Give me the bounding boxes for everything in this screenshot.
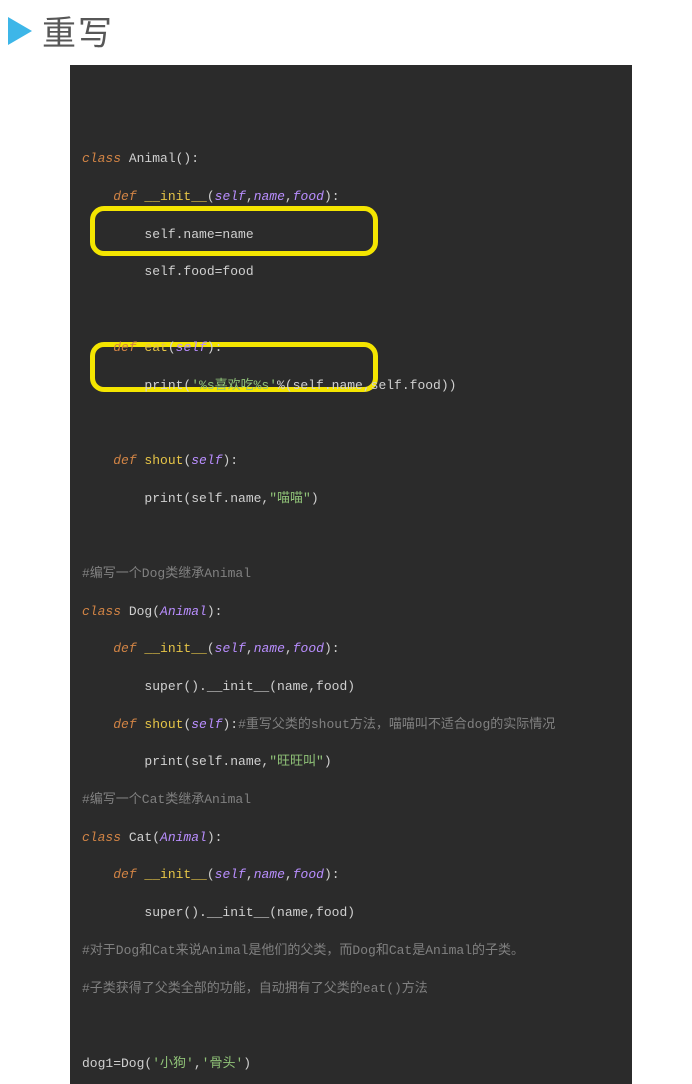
code-line: #编写一个Dog类继承Animal <box>82 565 620 584</box>
code-line: class Animal(): <box>82 150 620 169</box>
code-line: class Cat(Animal): <box>82 829 620 848</box>
code-line: def __init__(self,name,food): <box>82 640 620 659</box>
code-line: dog1=Dog('小狗','骨头') <box>82 1055 620 1074</box>
triangle-bullet-icon <box>8 17 32 45</box>
code-line <box>82 301 620 320</box>
code-line <box>82 1017 620 1036</box>
code-line <box>82 527 620 546</box>
code-line <box>82 414 620 433</box>
code-line: def shout(self):#重写父类的shout方法，喵喵叫不适合dog的… <box>82 716 620 735</box>
code-block: class Animal(): def __init__(self,name,f… <box>70 65 632 1084</box>
code-line: print('%s喜欢吃%s'%(self.name,self.food)) <box>82 377 620 396</box>
code-line: super().__init__(name,food) <box>82 904 620 923</box>
code-container: class Animal(): def __init__(self,name,f… <box>70 65 632 1084</box>
code-line: print(self.name,"喵喵") <box>82 490 620 509</box>
slide-title: 重写 <box>42 6 114 55</box>
code-line: def __init__(self,name,food): <box>82 866 620 885</box>
code-line: #对于Dog和Cat来说Animal是他们的父类，而Dog和Cat是Animal… <box>82 942 620 961</box>
code-line: self.name=name <box>82 226 620 245</box>
code-line: print(self.name,"旺旺叫") <box>82 753 620 772</box>
code-line: def shout(self): <box>82 452 620 471</box>
code-line: def eat(self): <box>82 339 620 358</box>
code-line: def __init__(self,name,food): <box>82 188 620 207</box>
slide-header: 重写 <box>0 0 692 65</box>
code-line: #子类获得了父类全部的功能，自动拥有了父类的eat()方法 <box>82 980 620 999</box>
code-line: super().__init__(name,food) <box>82 678 620 697</box>
code-line: self.food=food <box>82 263 620 282</box>
code-line: #编写一个Cat类继承Animal <box>82 791 620 810</box>
code-line: class Dog(Animal): <box>82 603 620 622</box>
